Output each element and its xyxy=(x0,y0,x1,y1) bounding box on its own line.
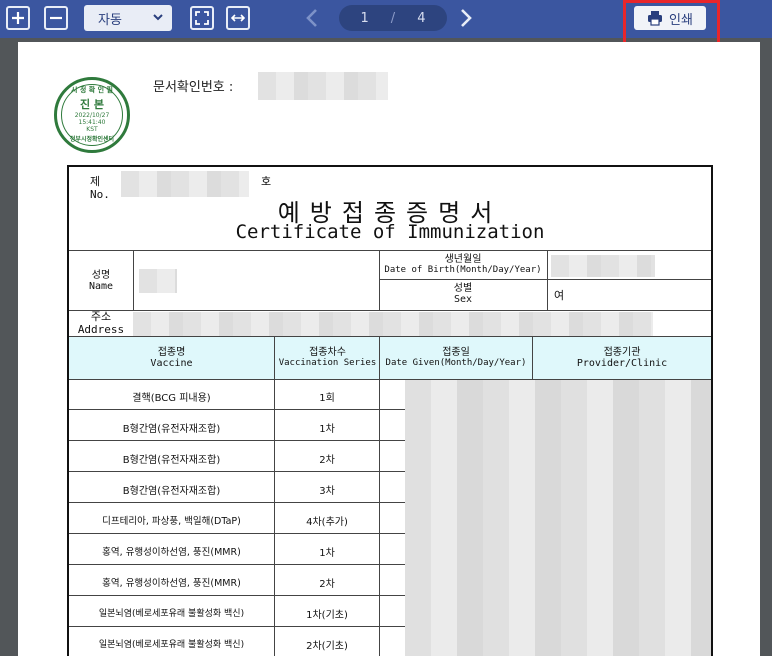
table-row-divider xyxy=(69,440,405,441)
zoom-select[interactable]: 자동 xyxy=(84,5,172,31)
plus-icon xyxy=(12,12,24,24)
divider xyxy=(547,250,548,310)
divider xyxy=(379,337,380,656)
address-redacted xyxy=(133,312,653,336)
name-redacted xyxy=(139,269,177,293)
vaccine-series: 4차(추가) xyxy=(306,517,348,528)
column-header-ko: 접종차수 xyxy=(309,347,346,358)
zoom-in-button[interactable] xyxy=(6,6,30,30)
fit-page-icon xyxy=(195,11,209,25)
table-row-divider xyxy=(69,471,405,472)
sex-label-ko: 성별 xyxy=(453,283,473,294)
vaccine-name: 디프테리아, 파상풍, 백일해(DTaP) xyxy=(102,516,241,527)
column-header-en: Vaccination Series xyxy=(278,358,377,368)
certificate-table: 제 No. 호 예방접종증명서 Certificate of Immunizat… xyxy=(67,165,713,656)
column-header-ko: 접종명 xyxy=(157,347,186,358)
table-row-divider xyxy=(69,502,405,503)
dates-providers-redacted xyxy=(405,380,711,656)
vaccine-name: 홍역, 유행성이하선염, 풍진(MMR) xyxy=(102,578,241,589)
doc-number-label: 문서확인번호 : xyxy=(153,80,234,95)
vaccine-name: 일본뇌염(베로세포유래 불활성화 백신) xyxy=(98,609,245,619)
page-separator: / xyxy=(390,10,396,26)
divider xyxy=(69,250,711,251)
vaccine-table-header: 접종명 Vaccine 접종차수 Vaccination Series 접종일 … xyxy=(69,337,711,379)
stamp-top-text: 시 정 확 인 필 xyxy=(71,86,113,94)
name-label-ko: 성명 xyxy=(91,270,111,281)
sex-value: 여 xyxy=(554,289,565,302)
fit-width-icon xyxy=(231,14,245,22)
vaccine-series: 2차 xyxy=(319,455,335,466)
current-page-number[interactable]: 1 xyxy=(361,11,369,26)
divider xyxy=(379,279,711,280)
vaccine-series: 1차 xyxy=(319,548,335,559)
vaccine-name: B형간염(유전자재조합) xyxy=(122,486,221,497)
vaccine-series: 1차(기초) xyxy=(306,610,348,621)
dob-redacted xyxy=(551,255,655,277)
table-row-divider xyxy=(69,409,405,410)
stamp-time: 15:41:40 xyxy=(78,119,106,126)
address-label-ko: 주소 xyxy=(90,310,112,323)
minus-icon xyxy=(50,16,62,20)
divider xyxy=(69,310,711,311)
stamp-date: 2022/10/27 xyxy=(74,112,110,119)
divider xyxy=(133,250,134,310)
table-row-divider xyxy=(69,595,405,596)
column-header-en: Provider/Clinic xyxy=(576,358,668,369)
table-row-divider xyxy=(69,626,405,627)
stamp-bottom-text: 정부시정확인센터 xyxy=(69,136,115,143)
divider xyxy=(532,337,533,379)
vaccine-series: 2차(기초) xyxy=(306,641,348,652)
column-header-ko: 접종기관 xyxy=(603,347,641,358)
chevron-down-icon xyxy=(153,14,163,21)
vaccine-series: 1회 xyxy=(319,393,335,404)
vaccine-name: 일본뇌염(베로세포유래 불활성화 백신) xyxy=(98,640,245,650)
address-label-en: Address xyxy=(77,323,125,336)
previous-page-icon[interactable] xyxy=(305,8,319,28)
verification-stamp: 시 정 확 인 필 진 본 2022/10/27 15:41:40 KST 정부… xyxy=(54,77,130,153)
stamp-main-text: 진 본 xyxy=(79,98,105,111)
vaccine-name: B형간염(유전자재조합) xyxy=(122,424,221,435)
vaccine-series: 3차 xyxy=(319,486,335,497)
stamp-timezone: KST xyxy=(86,126,98,133)
no-label-ko: 제 xyxy=(90,175,101,188)
fit-page-button[interactable] xyxy=(190,6,214,30)
name-label-en: Name xyxy=(88,281,114,292)
zoom-out-button[interactable] xyxy=(44,6,68,30)
dob-label-en: Date of Birth(Month/Day/Year) xyxy=(384,265,542,275)
vaccine-series: 1차 xyxy=(319,424,335,435)
vaccine-name: 결핵(BCG 피내용) xyxy=(132,393,211,404)
vaccine-series: 2차 xyxy=(319,579,335,590)
next-page-icon[interactable] xyxy=(459,8,473,28)
total-pages: 4 xyxy=(417,10,426,26)
table-row-divider xyxy=(69,533,405,534)
dob-label-ko: 생년월일 xyxy=(444,254,482,265)
column-header-en: Vaccine xyxy=(150,358,193,369)
title-english: Certificate of Immunization xyxy=(235,221,545,243)
table-row-divider xyxy=(69,564,405,565)
sex-label-en: Sex xyxy=(453,294,473,305)
vaccine-name: 홍역, 유행성이하선염, 풍진(MMR) xyxy=(102,547,241,558)
no-suffix: 호 xyxy=(261,175,272,188)
column-header-ko: 접종일 xyxy=(442,347,470,358)
fit-width-button[interactable] xyxy=(226,6,250,30)
zoom-select-value: 자동 xyxy=(98,12,122,28)
page-indicator[interactable]: 1 / 4 xyxy=(339,5,447,31)
doc-number-redacted xyxy=(258,72,388,100)
column-header-en: Date Given(Month/Day/Year) xyxy=(385,358,527,368)
vaccine-name: B형간염(유전자재조합) xyxy=(122,455,221,466)
